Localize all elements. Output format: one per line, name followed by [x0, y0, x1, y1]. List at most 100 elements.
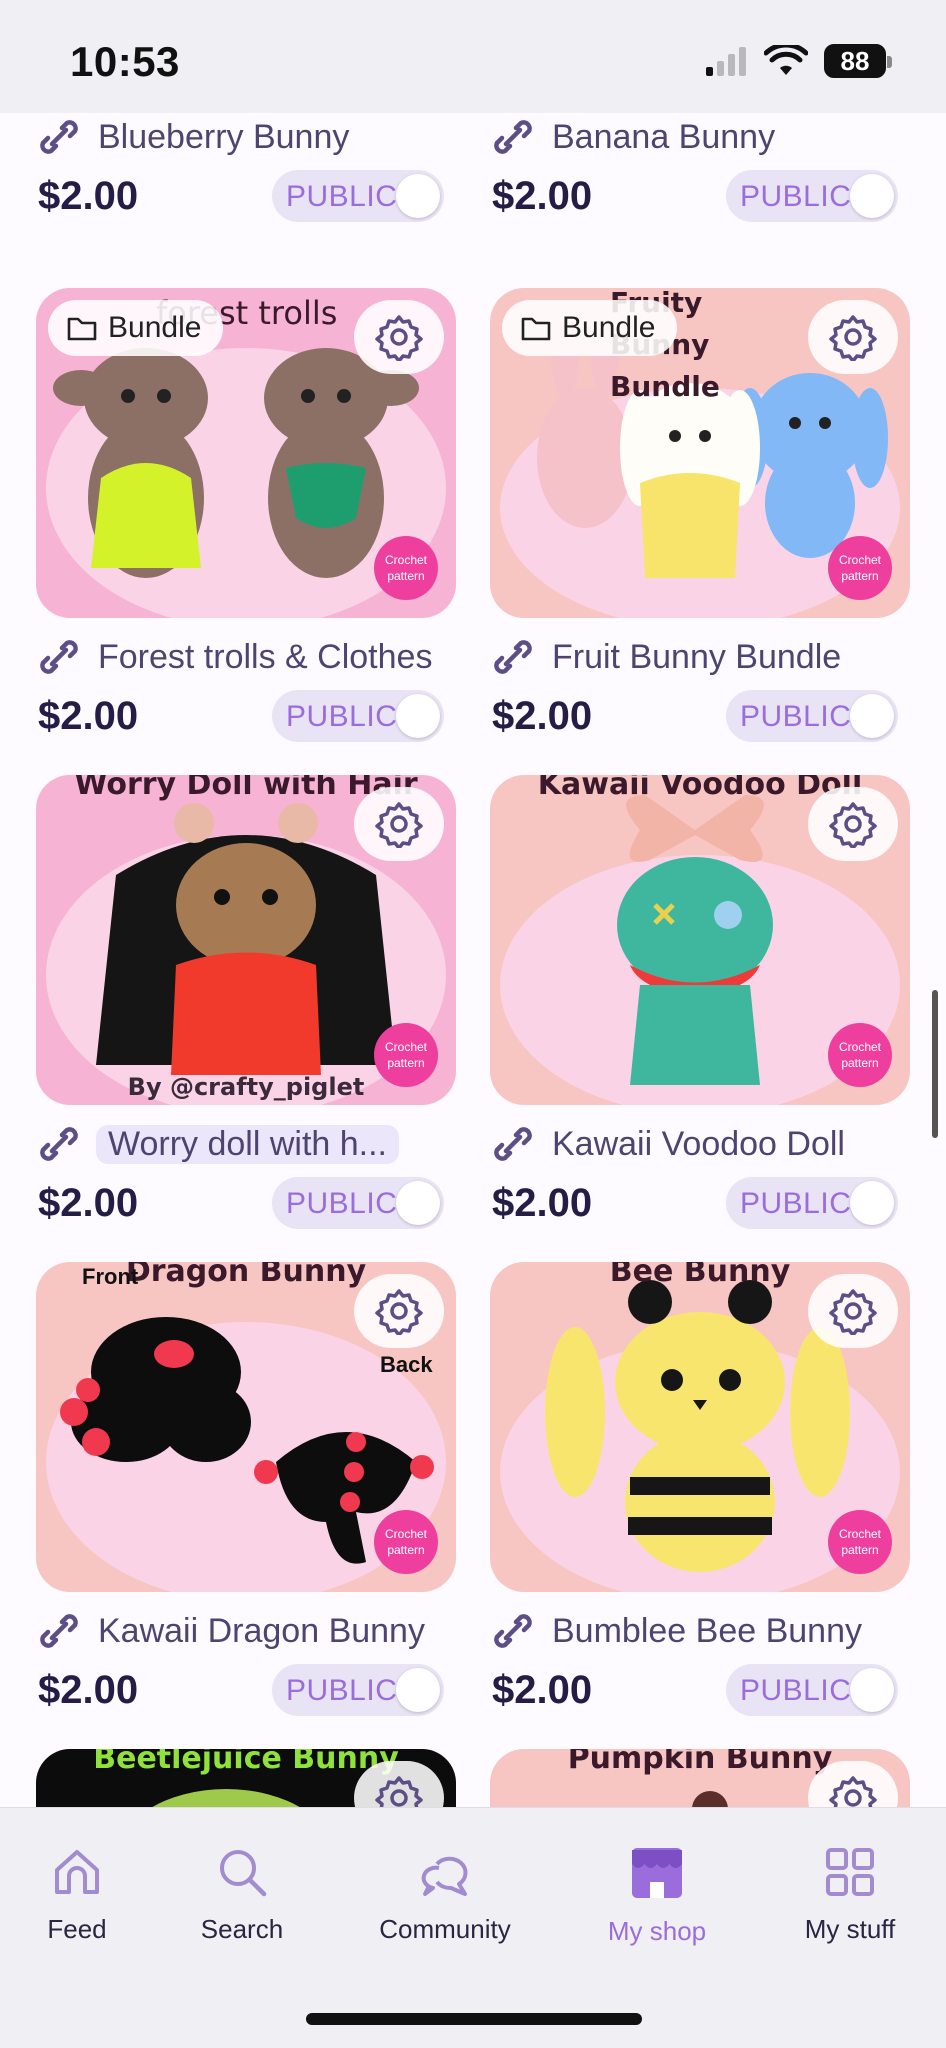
tab-label: My stuff — [804, 1914, 896, 1944]
visibility-toggle[interactable]: PUBLIC — [726, 1664, 898, 1716]
gear-icon — [829, 1776, 877, 1807]
visibility-label: PUBLIC — [286, 1674, 398, 1707]
tab-search[interactable]: Search — [157, 1844, 327, 1945]
product-card[interactable]: Worry Doll with Hair By @crafty_piglet C… — [36, 775, 456, 1229]
tab-my-stuff[interactable]: My stuff — [765, 1844, 935, 1945]
visibility-label: PUBLIC — [286, 180, 398, 213]
product-name: Banana Bunny — [552, 117, 776, 156]
product-name-row[interactable]: Worry doll with h... — [36, 1119, 476, 1169]
product-card[interactable]: forest trolls Bundle Crochet pattern For… — [36, 288, 456, 742]
visibility-label: PUBLIC — [740, 180, 852, 213]
link-icon — [40, 1614, 78, 1648]
settings-button[interactable] — [808, 300, 898, 374]
grid-icon — [826, 1848, 874, 1896]
product-price: $2.00 — [492, 1181, 593, 1225]
product-name-row[interactable]: Kawaii Voodoo Doll — [490, 1119, 930, 1169]
tab-community[interactable]: Community — [360, 1844, 530, 1945]
crochet-pattern-badge: Crochet pattern — [374, 536, 438, 600]
product-card[interactable]: Fruity Bunny Bundle Bundle Crochet patte… — [490, 288, 910, 742]
folder-icon — [67, 317, 97, 341]
gear-icon — [829, 802, 877, 848]
product-price: $2.00 — [492, 174, 593, 218]
gear-icon — [829, 1289, 877, 1335]
visibility-toggle[interactable]: PUBLIC — [272, 1664, 444, 1716]
link-icon — [40, 1127, 78, 1161]
tab-label: Feed — [47, 1914, 107, 1944]
status-time: 10:53 — [70, 38, 180, 85]
folder-icon — [521, 317, 551, 341]
visibility-label: PUBLIC — [286, 700, 398, 733]
product-name: Kawaii Voodoo Doll — [552, 1124, 845, 1163]
scroll-indicator[interactable] — [932, 990, 938, 1138]
chat-bubbles-icon — [421, 1856, 468, 1896]
product-price: $2.00 — [38, 174, 139, 218]
bundle-label: Bundle — [108, 311, 202, 344]
product-price: $2.00 — [492, 694, 593, 738]
crochet-pattern-badge: Crochet pattern — [374, 1510, 438, 1574]
product-thumbnail[interactable]: Kawaii Voodoo Doll Crochet pattern — [490, 775, 910, 1105]
settings-button[interactable] — [808, 787, 898, 861]
crochet-pattern-badge: Crochet pattern — [374, 1023, 438, 1087]
visibility-toggle[interactable]: PUBLIC — [272, 690, 444, 742]
home-icon — [55, 1850, 99, 1894]
product-name: Bumblee Bee Bunny — [552, 1611, 862, 1650]
settings-button[interactable] — [354, 1274, 444, 1348]
tab-label: My shop — [607, 1916, 707, 1946]
visibility-label: PUBLIC — [740, 1674, 852, 1707]
battery-indicator: 88 — [824, 44, 892, 78]
visibility-label: PUBLIC — [740, 700, 852, 733]
product-grid: Blueberry Bunny $2.00 PUBLIC Banana Bunn… — [0, 0, 946, 1807]
visibility-toggle[interactable]: PUBLIC — [726, 170, 898, 222]
product-name: Forest trolls & Clothes — [98, 637, 433, 676]
product-card[interactable]: Bee Bunny Crochet pattern Bumblee Bee Bu… — [490, 1262, 910, 1716]
visibility-toggle[interactable]: PUBLIC — [272, 170, 444, 222]
product-thumbnail[interactable]: Beetlejuice Bunny — [36, 1749, 456, 1807]
gear-icon — [375, 1776, 423, 1807]
settings-button[interactable] — [808, 1274, 898, 1348]
product-name-row[interactable]: Bumblee Bee Bunny — [490, 1606, 930, 1656]
status-bar: 10:53 88 — [0, 0, 946, 113]
cellular-signal-icon — [706, 47, 746, 76]
product-card[interactable]: Pumpkin Bunny — [490, 1749, 910, 1807]
product-card[interactable]: Kawaii Voodoo Doll Crochet pattern Kawai… — [490, 775, 910, 1229]
product-name-row[interactable]: Forest trolls & Clothes — [36, 632, 476, 682]
product-name-row[interactable]: Kawaii Dragon Bunny — [36, 1606, 476, 1656]
settings-button[interactable] — [354, 787, 444, 861]
tab-my-shop[interactable]: My shop — [572, 1844, 742, 1947]
bundle-chip: Bundle — [502, 300, 678, 356]
tab-feed[interactable]: Feed — [0, 1844, 162, 1945]
product-thumbnail[interactable]: Bee Bunny Crochet pattern — [490, 1262, 910, 1592]
tab-label: Community — [379, 1914, 511, 1944]
settings-button[interactable] — [354, 300, 444, 374]
gear-icon — [829, 315, 877, 361]
visibility-toggle[interactable]: PUBLIC — [726, 690, 898, 742]
product-name-row[interactable]: Blueberry Bunny — [36, 112, 476, 162]
toggle-knob — [850, 1181, 894, 1225]
product-thumbnail[interactable]: Dragon Bunny Front Back Crochet pattern — [36, 1262, 456, 1592]
product-thumbnail[interactable]: Fruity Bunny Bundle Bundle Crochet patte… — [490, 288, 910, 618]
link-icon — [494, 1127, 532, 1161]
bottom-tab-bar: Feed Search Community My shop My stuff — [0, 1807, 946, 2048]
product-name: Blueberry Bunny — [98, 117, 350, 156]
visibility-label: PUBLIC — [740, 1187, 852, 1220]
product-card[interactable]: Beetlejuice Bunny — [36, 1749, 456, 1807]
storefront-icon — [632, 1848, 682, 1898]
home-indicator[interactable] — [306, 2013, 642, 2025]
product-thumbnail[interactable]: Pumpkin Bunny — [490, 1749, 910, 1807]
gear-icon — [375, 315, 423, 361]
product-name-row[interactable]: Fruit Bunny Bundle — [490, 632, 930, 682]
product-name-row[interactable]: Banana Bunny — [490, 112, 930, 162]
crochet-pattern-badge: Crochet pattern — [828, 1023, 892, 1087]
product-price: $2.00 — [38, 694, 139, 738]
visibility-toggle[interactable]: PUBLIC — [272, 1177, 444, 1229]
visibility-toggle[interactable]: PUBLIC — [726, 1177, 898, 1229]
product-card[interactable]: Dragon Bunny Front Back Crochet pattern … — [36, 1262, 456, 1716]
product-price: $2.00 — [38, 1181, 139, 1225]
crochet-pattern-badge: Crochet pattern — [828, 1510, 892, 1574]
product-thumbnail[interactable]: forest trolls Bundle Crochet pattern — [36, 288, 456, 618]
toggle-knob — [850, 694, 894, 738]
link-icon — [40, 640, 78, 674]
product-price: $2.00 — [492, 1668, 593, 1712]
link-icon — [494, 640, 532, 674]
product-thumbnail[interactable]: Worry Doll with Hair By @crafty_piglet C… — [36, 775, 456, 1105]
